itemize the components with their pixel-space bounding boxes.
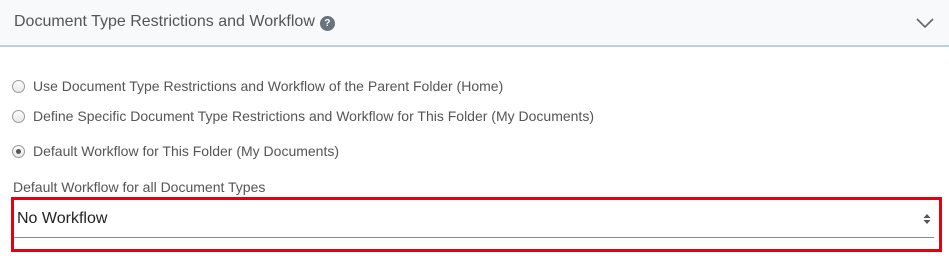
radio-option-specific[interactable]: Define Specific Document Type Restrictio… [12, 108, 594, 124]
radio-button-selected[interactable] [12, 144, 25, 158]
panel-title-text: Document Type Restrictions and Workflow [14, 13, 315, 30]
workflow-select[interactable]: No Workflow [14, 203, 934, 238]
workflow-field-label: Default Workflow for all Document Types [13, 179, 266, 195]
radio-option-default-workflow[interactable]: Default Workflow for This Folder (My Doc… [12, 143, 339, 159]
radio-label: Use Document Type Restrictions and Workf… [33, 78, 504, 94]
workflow-select-value: No Workflow [17, 210, 108, 227]
chevron-down-icon[interactable] [916, 17, 934, 29]
select-arrows-icon [923, 214, 931, 224]
help-icon[interactable]: ? [319, 15, 335, 31]
radio-button[interactable] [12, 109, 25, 123]
radio-button[interactable] [12, 79, 25, 93]
panel-title: Document Type Restrictions and Workflow … [14, 13, 335, 31]
radio-label: Define Specific Document Type Restrictio… [33, 108, 594, 124]
panel-header[interactable]: Document Type Restrictions and Workflow … [0, 0, 949, 47]
radio-option-parent-folder[interactable]: Use Document Type Restrictions and Workf… [12, 78, 503, 94]
radio-label: Default Workflow for This Folder (My Doc… [33, 143, 340, 159]
